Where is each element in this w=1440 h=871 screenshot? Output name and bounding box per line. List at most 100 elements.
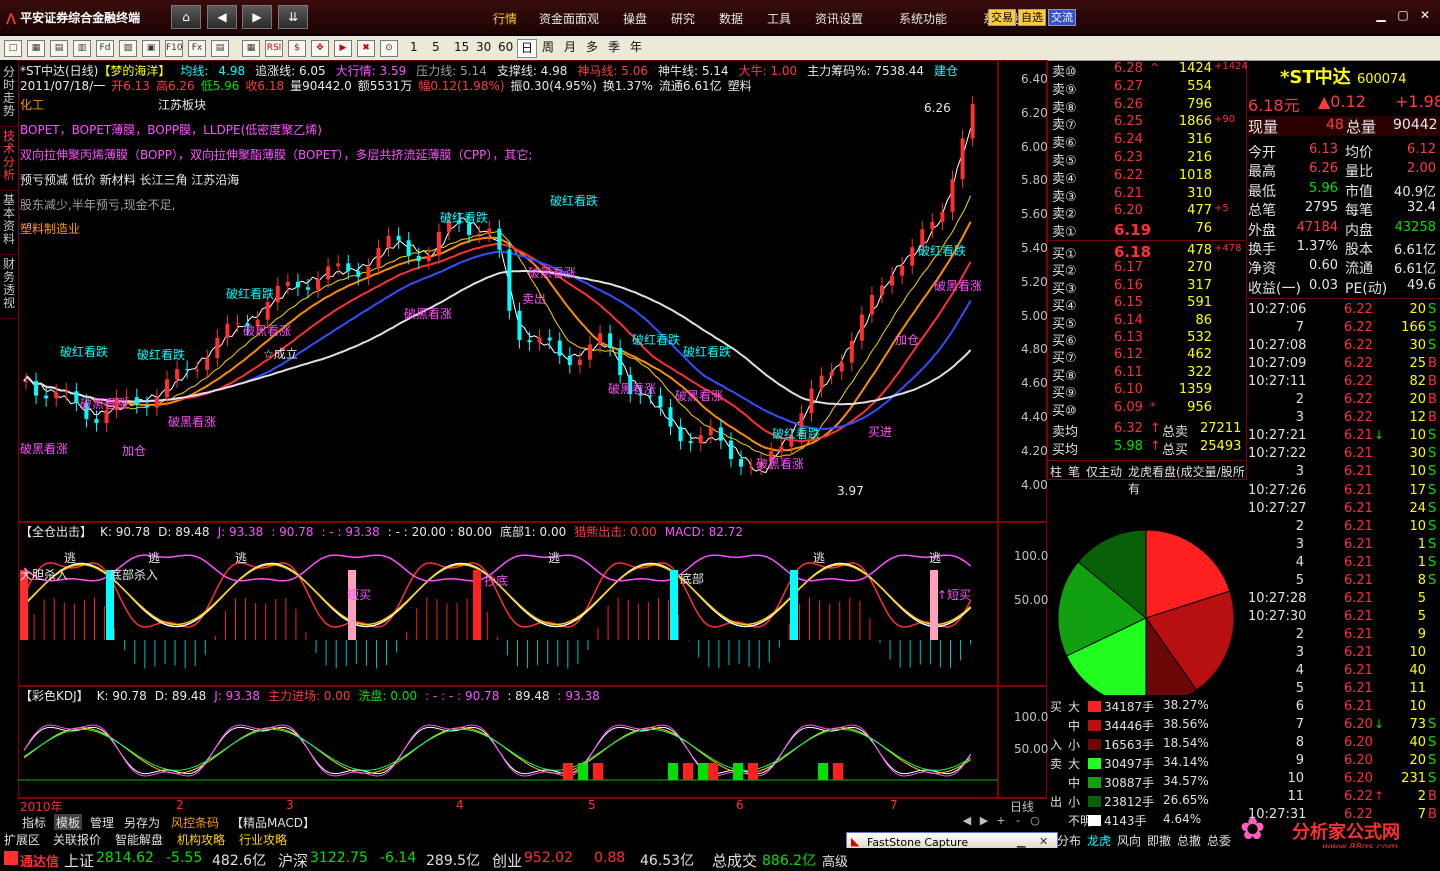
menu-item[interactable]: 系统功能 [899, 10, 947, 27]
period-button[interactable]: 季 [605, 39, 623, 56]
period-button[interactable]: 日 [517, 39, 538, 58]
toolbar-icon[interactable]: ▣ [142, 40, 160, 57]
trade-button[interactable]: 交易 [988, 9, 1016, 26]
order-book-row[interactable]: 卖⑥ 6.24 316 [1050, 132, 1245, 151]
right-tab[interactable]: 即撤 [1147, 832, 1171, 849]
order-book-row[interactable]: 卖⑦ 6.25 1866 +90 [1050, 114, 1245, 133]
menu-item[interactable]: 资讯设置 [815, 10, 863, 27]
back-button[interactable]: ◀ [207, 5, 237, 29]
order-book-row[interactable]: 卖① 6.19 76 [1050, 221, 1245, 240]
right-tab[interactable]: 总委 [1207, 832, 1231, 849]
period-button[interactable]: 1 [407, 39, 421, 56]
indicator-tab[interactable]: 【精品MACD】 [229, 814, 317, 831]
order-book-row[interactable]: 卖⑤ 6.23 216 [1050, 150, 1245, 169]
book-tab[interactable]: 柱 [1050, 463, 1062, 480]
toolbar-icon[interactable]: ▨ [119, 40, 137, 57]
forward-button[interactable]: ▶ [242, 5, 272, 29]
extension-tab[interactable]: 扩展区 [4, 831, 40, 848]
extension-tab[interactable]: 智能解盘 [115, 831, 163, 848]
right-tab[interactable]: 龙虎 [1087, 832, 1111, 849]
zoom-control[interactable]: - [1011, 814, 1025, 827]
extension-tab[interactable]: 机构攻略 [177, 831, 225, 848]
toolbar-icon[interactable]: ▤ [50, 40, 68, 57]
indicator-tab[interactable]: 指标 [20, 814, 48, 831]
order-book-row[interactable]: 买② 6.17 270 [1050, 260, 1245, 279]
popup-minimize-icon[interactable]: ▁ [1017, 835, 1025, 848]
popup-close-icon[interactable]: ✕ [1039, 835, 1048, 848]
left-tab[interactable]: 财务透视 [1, 258, 17, 319]
window-controls[interactable]: ▁ ▢ ✕ [1370, 8, 1436, 22]
order-book-row[interactable]: 买③ 6.16 317 [1050, 278, 1245, 297]
period-button[interactable]: 多 [583, 39, 601, 56]
home-button[interactable]: ⌂ [171, 5, 201, 29]
menu-item[interactable]: 工具 [767, 10, 791, 27]
book-tab[interactable]: 笔 [1068, 463, 1080, 480]
indicator-tab[interactable]: 另存为 [122, 814, 162, 831]
book-tab[interactable]: 仅主动 [1086, 463, 1122, 480]
order-book-row[interactable]: 买① 6.18 478 +478 [1050, 243, 1245, 262]
indicator-chart-2[interactable] [18, 703, 998, 797]
period-button[interactable]: 年 [627, 39, 645, 56]
indicator-tab[interactable]: 模板 [54, 814, 83, 831]
order-book-row[interactable]: 买⑧ 6.11 322 [1050, 365, 1245, 384]
order-book-row[interactable]: 买⑥ 6.13 532 [1050, 330, 1245, 349]
order-book-row[interactable]: 卖② 6.20 477 +5 [1050, 203, 1245, 222]
order-book-row[interactable]: 买④ 6.15 591 [1050, 295, 1245, 314]
period-button[interactable]: 月 [561, 39, 579, 56]
order-book-row[interactable]: 买⑨ 6.10 1359 [1050, 382, 1245, 401]
toolbar-icon[interactable]: ✖ [357, 40, 375, 57]
kline-chart[interactable] [18, 60, 998, 522]
right-tab[interactable]: 分布 [1057, 832, 1081, 849]
toolbar-icon[interactable]: ▦ [27, 40, 45, 57]
extension-tab[interactable]: 行业攻略 [239, 831, 287, 848]
toolbar-icon[interactable]: ✥ [311, 40, 329, 57]
period-button[interactable]: 60 [495, 39, 516, 56]
period-button[interactable]: 30 [473, 39, 494, 56]
toolbar-icon[interactable]: □ [4, 40, 22, 57]
left-tab[interactable]: 技术分析 [1, 130, 17, 191]
toolbar-icon[interactable]: Fd [96, 40, 114, 57]
toolbar-icon[interactable]: Fx [188, 40, 206, 57]
left-tab[interactable]: 基本资料 [1, 194, 17, 255]
zoom-control[interactable]: + [994, 814, 1008, 827]
toolbar-icon[interactable]: RSI [265, 40, 283, 57]
toolbar-icon[interactable]: $ [288, 40, 306, 57]
indicator-chart-1[interactable] [18, 540, 998, 685]
order-book-row[interactable]: 卖⑩ 6.28 ^ 1424 +1424 [1050, 61, 1248, 80]
trade-button[interactable]: 交流 [1048, 9, 1076, 26]
zoom-control[interactable]: ▶ [977, 814, 991, 827]
zoom-control[interactable]: ◀ [960, 814, 974, 827]
menu-item[interactable]: 行情 [493, 10, 517, 27]
menu-item[interactable]: 操盘 [623, 10, 647, 27]
menu-item[interactable]: 研究 [671, 10, 695, 27]
toolbar-icon[interactable]: F10 [165, 40, 183, 57]
maximize-icon[interactable]: ▢ [1392, 8, 1414, 22]
toolbar-icon[interactable]: ▶ [334, 40, 352, 57]
dropdown-button[interactable]: ⇊ [278, 5, 308, 29]
toolbar-icon[interactable]: ▤ [211, 40, 229, 57]
extension-tab[interactable]: 关联报价 [53, 831, 101, 848]
trade-button[interactable]: 自选 [1018, 9, 1046, 26]
indicator-tab[interactable]: 风控条码 [169, 814, 221, 831]
order-book-row[interactable]: 卖③ 6.21 310 [1050, 186, 1245, 205]
toolbar-icon[interactable]: ▦ [242, 40, 260, 57]
order-book-row[interactable]: 卖⑧ 6.26 796 [1050, 97, 1245, 116]
toolbar-icon[interactable]: ⊙ [380, 40, 398, 57]
menu-item[interactable]: 数据 [719, 10, 743, 27]
menu-item[interactable]: 资金面面观 [539, 10, 599, 27]
indicator-tab[interactable]: 管理 [88, 814, 116, 831]
zoom-control[interactable]: ○ [1028, 814, 1042, 827]
close-icon[interactable]: ✕ [1414, 8, 1436, 22]
order-book-row[interactable]: 买⑩ 6.09 * 956 [1050, 400, 1245, 419]
period-button[interactable]: 周 [539, 39, 557, 56]
toolbar-icon[interactable]: ▥ [73, 40, 91, 57]
order-book-row[interactable]: 卖④ 6.22 1018 [1050, 168, 1245, 187]
order-book-row[interactable]: 买⑤ 6.14 86 [1050, 313, 1245, 332]
order-book-row[interactable]: 卖⑨ 6.27 554 [1050, 79, 1245, 98]
right-tab[interactable]: 风向 [1117, 832, 1141, 849]
period-button[interactable]: 5 [429, 39, 443, 56]
order-book-row[interactable]: 买⑦ 6.12 462 [1050, 347, 1245, 366]
period-button[interactable]: 15 [451, 39, 472, 56]
right-tab[interactable]: 总撤 [1177, 832, 1201, 849]
minimize-icon[interactable]: ▁ [1370, 8, 1392, 22]
